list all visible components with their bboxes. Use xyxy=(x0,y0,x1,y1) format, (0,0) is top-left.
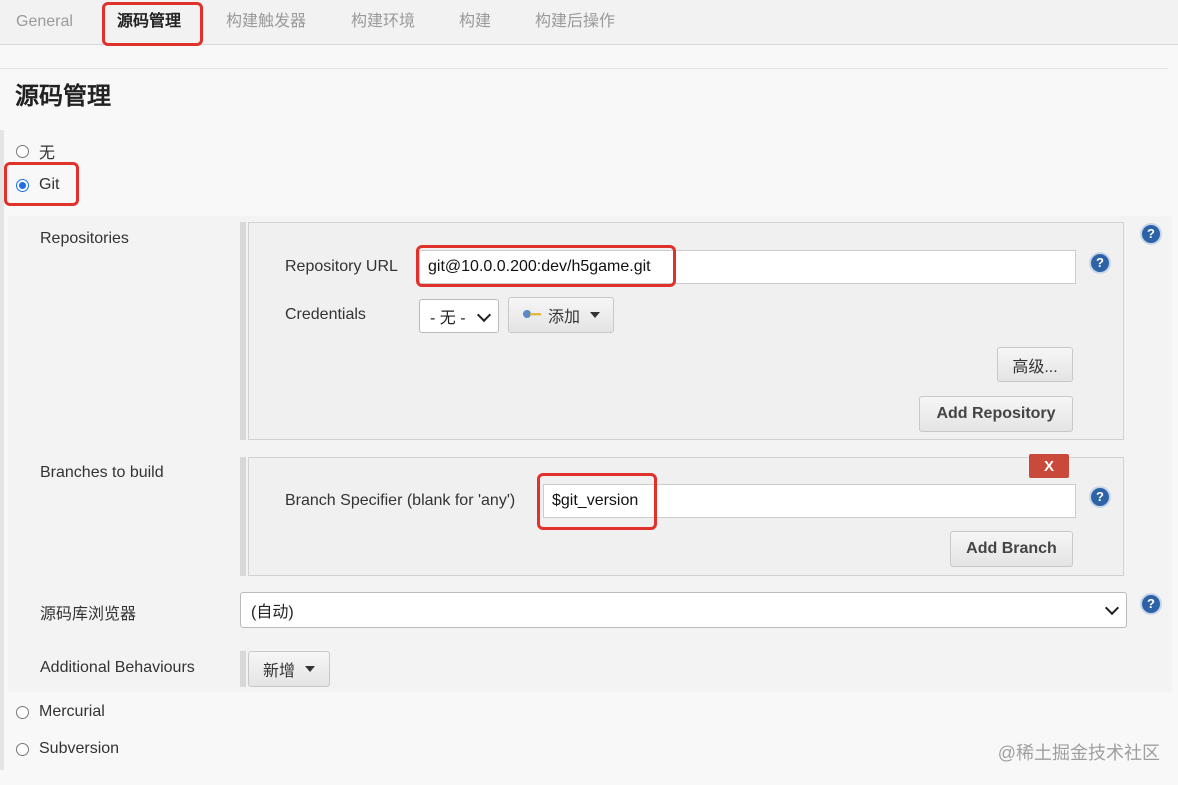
radio-none[interactable] xyxy=(16,144,29,158)
repository-browser-value: (自动) xyxy=(251,604,294,621)
credentials-select[interactable]: - 无 - xyxy=(419,299,499,333)
tab-build-triggers[interactable]: 构建触发器 xyxy=(226,0,306,44)
scm-option-none-label: 无 xyxy=(39,145,56,162)
add-branch-button[interactable]: Add Branch xyxy=(950,531,1073,567)
scm-option-git-label: Git xyxy=(39,176,60,193)
section-divider xyxy=(0,68,1168,69)
behaviours-bar xyxy=(240,651,246,687)
watermark: @稀土掘金技术社区 xyxy=(997,743,1160,763)
chevron-down-icon xyxy=(1104,600,1120,616)
section-title: 源码管理 xyxy=(15,83,111,110)
add-behaviour-button[interactable]: 新增 xyxy=(248,651,330,687)
tab-build-environment[interactable]: 构建环境 xyxy=(351,0,415,44)
key-icon xyxy=(522,306,542,324)
branch-specifier-input[interactable]: $git_version xyxy=(543,484,1076,518)
credentials-label: Credentials xyxy=(285,306,366,323)
radio-mercurial[interactable] xyxy=(16,705,29,719)
scm-option-mercurial-label: Mercurial xyxy=(39,703,105,720)
scm-option-mercurial[interactable]: Mercurial xyxy=(16,703,105,721)
advanced-button[interactable]: 高级... xyxy=(997,347,1073,382)
branches-label: Branches to build xyxy=(40,464,164,481)
help-icon-browser[interactable]: ? xyxy=(1140,593,1162,615)
repository-browser-label: 源码库浏览器 xyxy=(40,606,137,623)
scm-option-git[interactable]: Git xyxy=(16,176,59,194)
dropdown-caret-icon xyxy=(305,666,315,672)
tab-bar: General 源码管理 构建触发器 构建环境 构建 构建后操作 xyxy=(0,0,1178,45)
add-credentials-label: 添加 xyxy=(547,309,580,326)
add-repository-button[interactable]: Add Repository xyxy=(919,396,1073,432)
branch-specifier-label: Branch Specifier (blank for 'any') xyxy=(285,492,516,509)
help-icon-scm[interactable]: ? xyxy=(1140,223,1162,245)
delete-branch-button[interactable]: X xyxy=(1029,454,1069,478)
help-icon-repository-url[interactable]: ? xyxy=(1089,252,1111,274)
tab-source-management[interactable]: 源码管理 xyxy=(117,0,181,44)
additional-behaviours-label: Additional Behaviours xyxy=(40,659,195,676)
credentials-select-value: - 无 - xyxy=(430,310,466,327)
add-behaviour-label: 新增 xyxy=(262,663,295,680)
scm-option-none[interactable]: 无 xyxy=(16,139,55,163)
add-credentials-button[interactable]: 添加 xyxy=(508,297,614,333)
tab-post-build-actions[interactable]: 构建后操作 xyxy=(535,0,615,44)
radio-subversion[interactable] xyxy=(16,742,29,756)
repository-url-input[interactable]: git@10.0.0.200:dev/h5game.git xyxy=(419,250,1076,284)
repositories-label: Repositories xyxy=(40,230,129,247)
scm-option-subversion[interactable]: Subversion xyxy=(16,740,119,758)
dropdown-caret-icon xyxy=(590,312,600,318)
tab-build[interactable]: 构建 xyxy=(459,0,491,44)
repository-browser-select[interactable]: (自动) xyxy=(240,592,1127,628)
help-icon-branch-specifier[interactable]: ? xyxy=(1089,486,1111,508)
section-left-bar xyxy=(0,130,4,770)
radio-git[interactable] xyxy=(16,178,29,192)
repository-url-label: Repository URL xyxy=(285,258,398,275)
scm-option-subversion-label: Subversion xyxy=(39,740,120,757)
chevron-down-icon xyxy=(476,307,492,323)
tab-general[interactable]: General xyxy=(16,0,73,44)
